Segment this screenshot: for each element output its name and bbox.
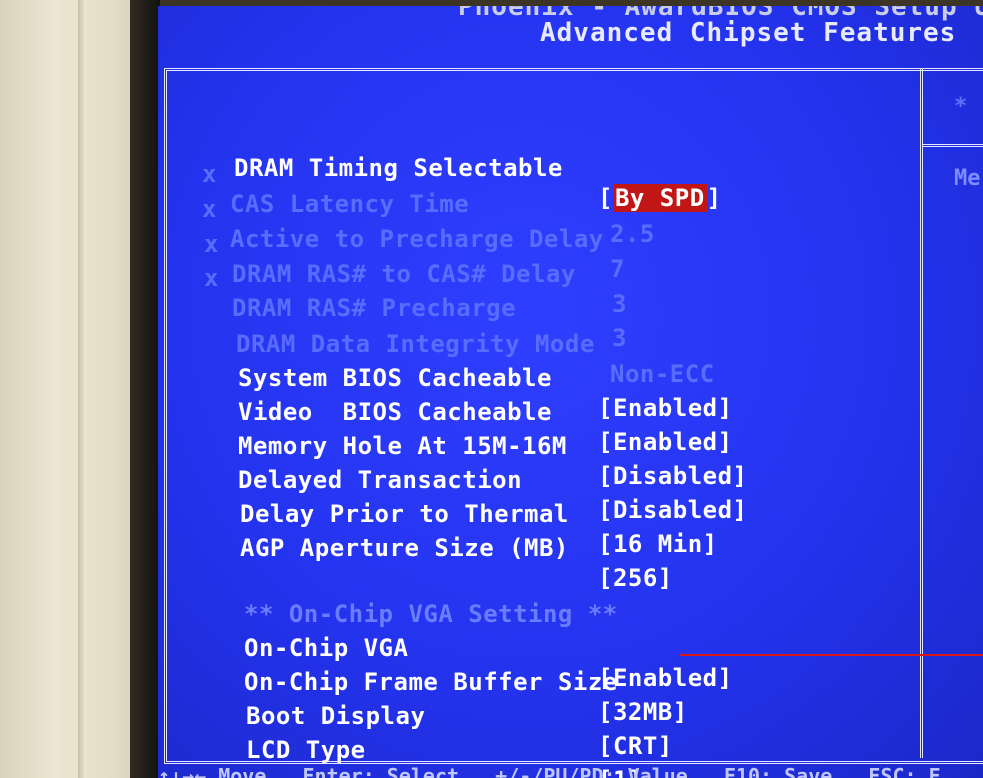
setting-boot-display[interactable]: Boot Display [CRT] [218,641,672,760]
key-help-bar: ↑↓→← Move Enter: Select +/-/PU/PD: Value… [158,764,941,778]
setting-cas-latency-time: x CAS Latency Time 2.5 [202,129,654,248]
setting-lcd-type[interactable]: LCD Type [1] [218,675,642,778]
setting-onchip-frame-buffer-size[interactable]: On-Chip Frame Buffer Size [32MB] [216,607,687,726]
setting-value: 7 [610,255,625,283]
setting-value[interactable]: [256] [598,563,673,593]
setting-memory-hole[interactable]: Memory Hole At 15M-16M [Disabled] [210,371,747,490]
bios-screen: Phoenix - AwardBIOS CMOS Setup Utility A… [158,6,983,778]
setting-video-bios-cacheable[interactable]: Video BIOS Cacheable [Enabled] [210,337,732,456]
setting-delayed-transaction[interactable]: Delayed Transaction [Disabled] [210,405,747,524]
setting-agp-aperture-size[interactable]: AGP Aperture Size (MB) [256] [212,473,672,592]
setting-label: LCD Type [246,736,366,764]
page-title: Advanced Chipset Features [540,18,957,48]
setting-value[interactable]: [Enabled] [598,427,733,457]
setting-dram-ras-to-cas-delay: x DRAM RAS# to CAS# Delay 3 [204,199,626,318]
setting-value: 3 [612,324,627,352]
setting-value[interactable]: [Enabled] [598,663,733,693]
monitor-bezel-edge [78,0,86,778]
setting-onchip-vga[interactable]: On-Chip VGA [Enabled] [216,573,732,692]
setting-value[interactable]: [32MB] [598,697,688,727]
setting-value[interactable]: [Disabled] [598,461,748,491]
setting-value: 3 [612,290,627,318]
setting-dram-ras-precharge: x DRAM RAS# Precharge 3 [204,233,626,352]
section-heading-onchip-vga: ** On-Chip VGA Setting ** [216,539,617,628]
setting-dram-data-integrity-mode: DRAM Data Integrity Mode Non-ECC [208,269,714,388]
help-panel-text: Me [954,166,981,191]
setting-value[interactable]: [Enabled] [598,393,733,423]
setting-value[interactable]: [Disabled] [598,495,748,525]
setting-value: Non-ECC [610,360,715,388]
setting-active-to-precharge-delay: x Active to Precharge Delay 7 [202,164,624,283]
setting-system-bios-cacheable[interactable]: System BIOS Cacheable [Enabled] [210,303,732,422]
setting-value[interactable]: [CRT] [598,731,673,761]
setting-value: 2.5 [610,220,655,248]
help-panel-separator [923,144,983,147]
setting-dram-timing-selectable[interactable]: DRAM Timing Selectable [By SPD] [206,93,721,212]
setting-value[interactable]: [16 Min] [598,529,718,559]
setting-value-selected[interactable]: [By SPD] [598,183,722,213]
selection-highlight[interactable]: By SPD [612,184,707,212]
help-panel-marker: * [954,94,968,119]
setting-delay-prior-to-thermal[interactable]: Delay Prior to Thermal [16 Min] [212,439,717,558]
annotation-red-line [680,654,983,656]
monitor-bezel-inner [130,0,160,778]
